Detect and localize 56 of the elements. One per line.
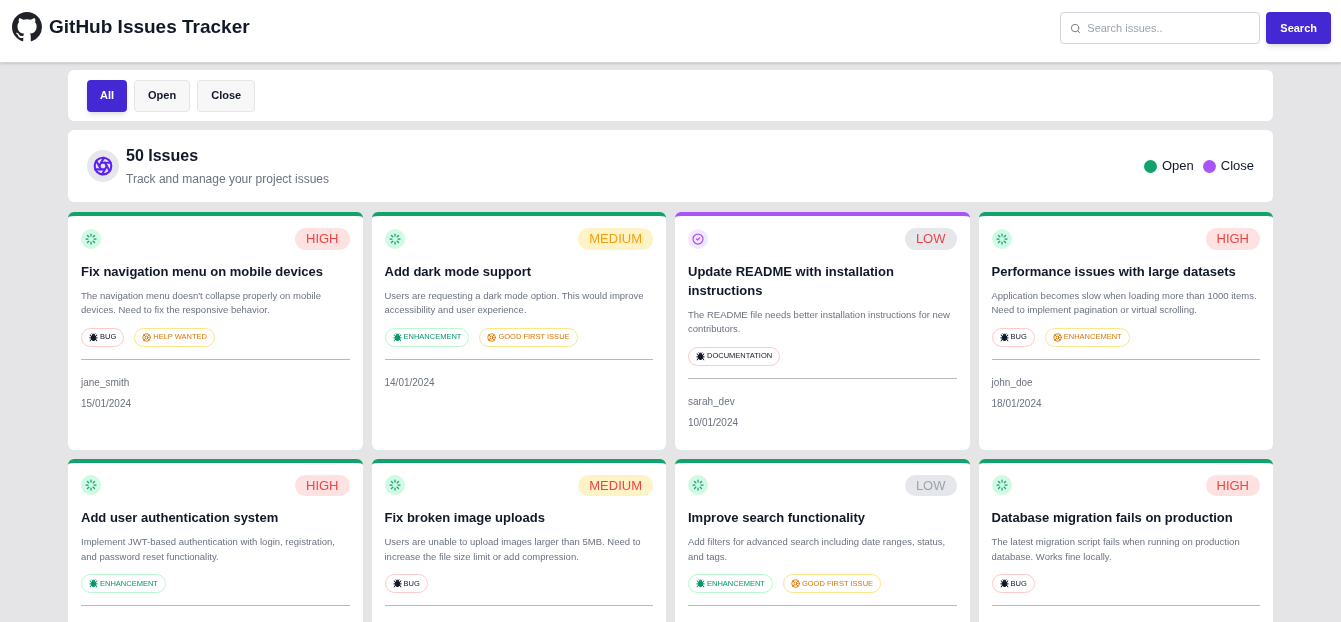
aperture-icon	[93, 156, 113, 176]
issue-title: Update README with installation instructions	[688, 262, 895, 300]
github-logo-icon	[12, 12, 42, 42]
issue-title: Add user authentication system	[81, 509, 280, 527]
priority-badge: LOW	[904, 228, 957, 250]
author-name: john_doe	[991, 375, 1034, 390]
issue-description: Add filters for advanced search including date ranges, status, and tags.	[688, 535, 947, 564]
issue-description: Users are requesting a dark mode option. This would improve accessibility and user experience.	[384, 288, 645, 317]
lifebuoy-icon	[487, 332, 497, 342]
summary-subtitle: Track and manage your project issues	[126, 171, 329, 188]
issue-date: 10/01/2024	[688, 415, 740, 430]
legend-label: Open	[1161, 157, 1194, 176]
priority-badge: MEDIUM	[578, 474, 653, 496]
issue-description: The latest migration script fails when running on production database. Works fine locally.	[991, 535, 1241, 564]
lifebuoy-icon	[790, 579, 800, 588]
issue-description: Users are unable to upload images larger than 5MB. Need to increase the file size limit or add compression.	[384, 535, 642, 564]
filter-tab[interactable]: Open	[134, 79, 191, 112]
issue-date: 15/01/2024	[81, 396, 133, 411]
author-name: sarah_dev	[688, 394, 736, 409]
bug-icon	[392, 332, 402, 342]
issue-description: The README file needs better installation instructions for new contributors.	[688, 307, 951, 336]
issue-title: Fix navigation menu on mobile devices	[81, 262, 324, 281]
issue-description: Implement JWT-based authentication with login, registration, and password reset functionality.	[81, 535, 336, 564]
issue-title: Fix broken image uploads	[384, 509, 546, 527]
priority-badge: MEDIUM	[578, 228, 653, 250]
search-button[interactable]: Search	[1266, 12, 1331, 44]
bug-icon	[89, 579, 98, 588]
bug-icon	[696, 351, 705, 361]
app-title: GitHub Issues Tracker	[49, 14, 250, 39]
bug-icon	[696, 579, 705, 588]
lifebuoy-icon	[1052, 332, 1062, 342]
priority-badge: LOW	[904, 474, 957, 496]
priority-badge: HIGH	[295, 474, 350, 496]
search-field[interactable]: Search issues..	[1060, 12, 1261, 44]
priority-badge: HIGH	[295, 228, 350, 250]
issue-title: Performance issues with large datasets	[991, 262, 1237, 281]
issue-date: 18/01/2024	[991, 396, 1043, 411]
issue-title: Database migration fails on production	[991, 509, 1234, 527]
bug-icon	[999, 579, 1009, 588]
filter-tab[interactable]: Close	[197, 79, 256, 112]
author-name: jane_smith	[81, 375, 131, 390]
issue-description: The navigation menu doesn't collapse properly on mobile devices. Need to fix the responsive behavior.	[81, 288, 322, 317]
issue-description: Application becomes slow when loading more than 1000 items. Need to implement pagination or virtual scrolling.	[991, 288, 1258, 317]
priority-badge: HIGH	[1205, 474, 1260, 496]
bug-icon	[89, 332, 98, 342]
issue-date: 14/01/2024	[384, 375, 436, 390]
bug-icon	[999, 332, 1009, 342]
issue-title: Improve search functionality	[688, 509, 866, 527]
priority-badge: HIGH	[1205, 228, 1260, 250]
filter-tab[interactable]: All	[87, 79, 128, 112]
issue-title: Add dark mode support	[384, 262, 533, 281]
lifebuoy-icon	[142, 332, 152, 342]
bug-icon	[392, 579, 402, 588]
search-icon	[1070, 22, 1082, 34]
issues-count: 50 Issues	[126, 146, 200, 166]
legend-label: Close	[1220, 157, 1254, 176]
